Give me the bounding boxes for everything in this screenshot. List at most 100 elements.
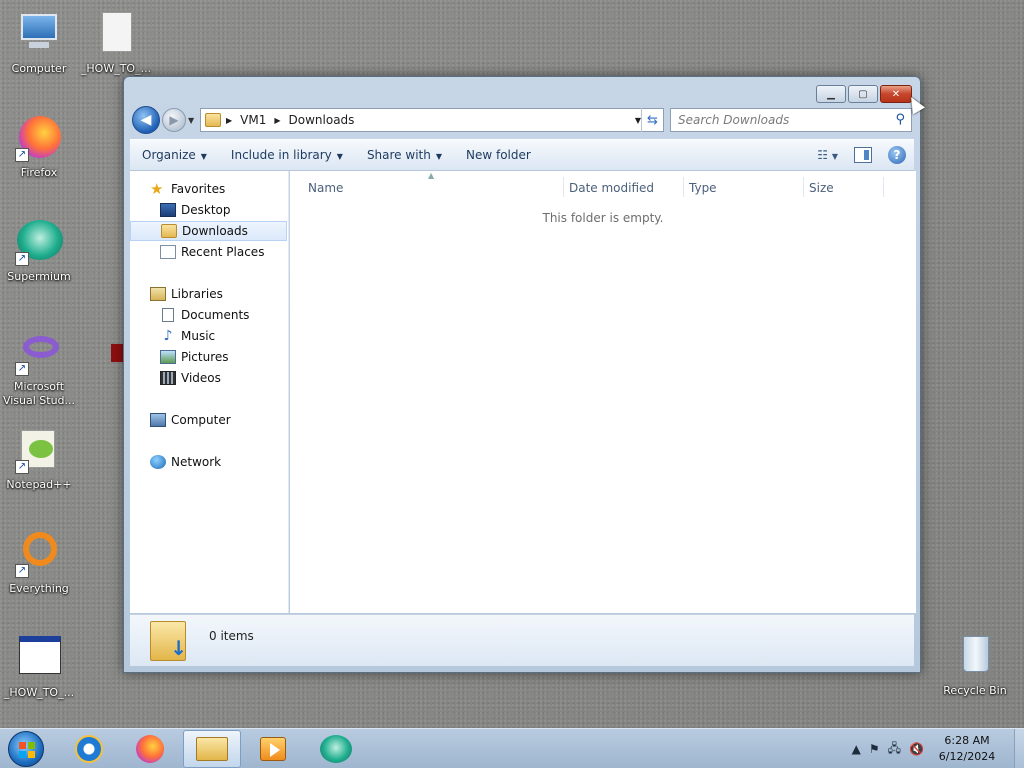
folder-icon (205, 113, 221, 127)
preview-pane-button[interactable] (854, 147, 872, 163)
empty-folder-message: This folder is empty. (542, 211, 664, 225)
sort-indicator-icon: ▲ (428, 171, 435, 180)
action-center-flag-icon[interactable]: ⚑ (869, 742, 880, 756)
clock-date: 6/12/2024 (938, 750, 996, 763)
desktop-icon-recycle-bin[interactable]: Recycle Bin (937, 632, 1013, 698)
libraries-icon (150, 287, 166, 301)
column-separator[interactable] (803, 177, 804, 197)
column-header-size[interactable]: Size (809, 181, 834, 195)
include-in-library-label: Include in library (230, 148, 332, 162)
show-hidden-icons-icon[interactable]: ▲ (852, 742, 861, 756)
desktop-icon-supermium[interactable]: ↗ Supermium (1, 218, 77, 284)
system-tray: ▲ ⚑ 🖧 🔇 6:28 AM 6/12/2024 (852, 729, 1024, 768)
desktop-icon-label: Microsoft Visual Stud... (2, 380, 76, 407)
nav-label: Downloads (182, 224, 248, 238)
column-separator[interactable] (563, 177, 564, 197)
new-folder-button[interactable]: New folder (466, 148, 531, 162)
share-with-label: Share with (366, 148, 431, 162)
taskbar-explorer[interactable] (183, 730, 241, 768)
nav-documents[interactable]: Documents (130, 305, 287, 325)
chevron-down-icon: ▼ (336, 152, 343, 161)
network-status-icon[interactable]: 🖧 (888, 739, 901, 760)
refresh-button[interactable]: ⇆ (641, 108, 663, 132)
nav-recent-places[interactable]: Recent Places (130, 242, 287, 262)
show-desktop-button[interactable] (1014, 729, 1024, 768)
firefox-icon (136, 735, 164, 763)
command-bar-right: ☷ ▼ ? (817, 146, 906, 164)
computer-icon (15, 10, 63, 58)
breadcrumb-downloads[interactable]: Downloads (289, 113, 355, 127)
nav-favorites[interactable]: ★ Favorites (130, 179, 287, 199)
minimize-button[interactable]: ▁ (816, 85, 846, 103)
desktop-icon-how-to-doc[interactable]: _HOW_TO_... (78, 10, 154, 76)
volume-muted-icon[interactable]: 🔇 (909, 742, 924, 756)
nav-videos[interactable]: Videos (130, 368, 287, 388)
file-list[interactable]: Name ▲ Date modified Type Size This fold… (290, 171, 916, 613)
clock[interactable]: 6:28 AM 6/12/2024 (932, 733, 1002, 765)
explorer-window[interactable]: ▁ ▢ ✕ ◀ ▶ ▼ ▶ VM1 ▶ Downloads ▼ ⇆ Search… (123, 76, 921, 673)
nav-computer[interactable]: Computer (130, 410, 287, 430)
forward-button[interactable]: ▶ (162, 108, 186, 132)
nav-music[interactable]: ♪ Music (130, 326, 287, 346)
desktop-icon-firefox[interactable]: ↗ Firefox (1, 114, 77, 180)
maximize-icon: ▢ (858, 88, 868, 100)
nav-label: Videos (181, 371, 221, 385)
explorer-icon (196, 737, 228, 761)
share-with-button[interactable]: Share with ▼ (367, 148, 442, 162)
search-icon[interactable]: ⚲ (895, 112, 905, 127)
taskbar-firefox[interactable] (121, 730, 179, 768)
desktop-icon (160, 203, 176, 217)
nav-desktop[interactable]: Desktop (130, 200, 287, 220)
shortcut-arrow-icon: ↗ (15, 252, 29, 266)
breadcrumb-chevron-icon[interactable]: ▶ (274, 116, 280, 125)
column-header-type[interactable]: Type (689, 181, 717, 195)
desktop-icon-everything[interactable]: ↗ Everything (1, 530, 77, 596)
view-list-icon: ☷ (817, 148, 829, 162)
taskbar-media-player[interactable] (244, 730, 302, 768)
nav-label: Pictures (181, 350, 229, 364)
nav-pictures[interactable]: Pictures (130, 347, 287, 367)
nav-label: Documents (181, 308, 250, 322)
address-bar[interactable]: ▶ VM1 ▶ Downloads ▼ ⇆ (200, 108, 664, 132)
column-separator[interactable] (883, 177, 884, 197)
recent-places-icon (160, 245, 176, 259)
everything-icon: ↗ (15, 530, 63, 578)
search-input[interactable]: Search Downloads ⚲ (670, 108, 912, 132)
nav-downloads[interactable]: Downloads (130, 221, 287, 241)
desktop-red-marker (111, 344, 123, 362)
pictures-icon (160, 350, 176, 364)
desktop-icon-visual-studio[interactable]: ↗ Microsoft Visual Stud... (1, 328, 77, 408)
chevron-down-icon: ▼ (831, 152, 838, 161)
breadcrumb-vm1[interactable]: VM1 (240, 113, 266, 127)
back-button[interactable]: ◀ (132, 106, 160, 134)
recent-pages-dropdown[interactable]: ▼ (188, 116, 198, 125)
document-icon (92, 10, 140, 58)
column-header-name[interactable]: Name (308, 181, 343, 195)
desktop-icon-notepadpp[interactable]: ↗ Notepad++ (1, 426, 77, 492)
nav-label: Libraries (171, 287, 223, 301)
column-separator[interactable] (683, 177, 684, 197)
desktop-icon-computer[interactable]: Computer (1, 10, 77, 76)
desktop-icon-label: _HOW_TO_... (3, 686, 75, 699)
change-view-button[interactable]: ☷ ▼ (817, 148, 838, 162)
taskbar-internet-explorer[interactable] (60, 730, 118, 768)
help-icon: ? (893, 148, 901, 162)
breadcrumb-chevron-icon[interactable]: ▶ (226, 116, 232, 125)
nav-libraries[interactable]: Libraries (130, 284, 287, 304)
organize-button[interactable]: Organize ▼ (142, 148, 207, 162)
maximize-button[interactable]: ▢ (848, 85, 878, 103)
nav-label: Favorites (171, 182, 226, 196)
music-icon: ♪ (163, 328, 173, 344)
desktop-icon-label: Firefox (20, 166, 58, 179)
help-button[interactable]: ? (888, 146, 906, 164)
taskbar-supermium[interactable] (307, 730, 365, 768)
nav-network[interactable]: Network (130, 452, 287, 472)
star-icon: ★ (150, 180, 164, 198)
start-button[interactable] (8, 731, 44, 767)
clock-time: 6:28 AM (944, 734, 990, 747)
desktop-icon-how-to-html[interactable]: _HOW_TO_... (1, 634, 77, 700)
command-bar: Organize ▼ Include in library ▼ Share with… (130, 139, 914, 171)
search-placeholder: Search Downloads (678, 113, 790, 127)
include-in-library-button[interactable]: Include in library ▼ (231, 148, 343, 162)
column-header-date-modified[interactable]: Date modified (569, 181, 654, 195)
